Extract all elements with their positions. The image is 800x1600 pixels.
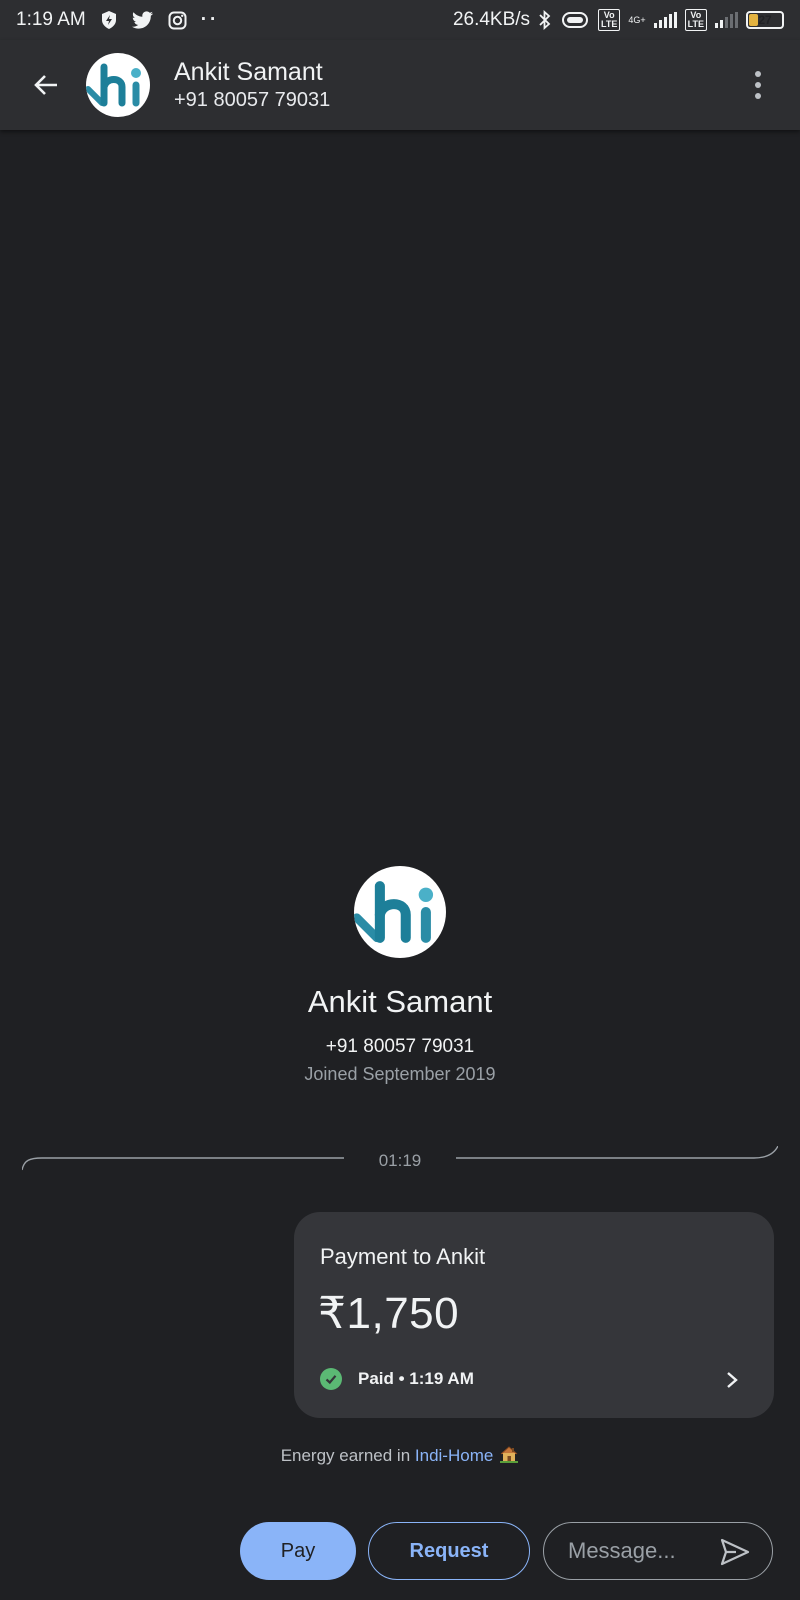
- battery-fill: [749, 14, 759, 26]
- signal-icon: [653, 12, 677, 28]
- bottom-action-bar: Pay Request: [0, 1522, 800, 1582]
- profile-phone: +91 80057 79031: [325, 1036, 475, 1057]
- volte-icon: Vo LTE: [598, 9, 621, 31]
- status-right: 26.4KB/s Vo LTE 4G+ Vo LTE 27: [453, 9, 784, 31]
- check-circle-icon: [320, 1368, 342, 1390]
- vibrate-icon: [560, 11, 590, 29]
- status-time: 1:19 AM: [16, 9, 86, 30]
- contact-profile: Ankit Samant +91 80057 79031 Joined Sept…: [0, 866, 800, 1085]
- energy-note: Energy earned in Indi-Home: [0, 1444, 800, 1469]
- pay-button[interactable]: Pay: [240, 1522, 356, 1580]
- arrow-back-icon: [34, 75, 57, 95]
- signal-icon-2: [715, 12, 738, 28]
- header-contact-phone: +91 80057 79031: [174, 89, 331, 111]
- instagram-icon: [168, 11, 187, 30]
- network-type: 4G+: [628, 15, 646, 25]
- payment-amount: ₹1,750: [318, 1289, 460, 1338]
- volte-icon-2: Vo LTE: [684, 9, 707, 31]
- payment-card[interactable]: Payment to Ankit ₹1,750 Paid • 1:19 AM: [294, 1212, 774, 1418]
- chevron-right-icon[interactable]: [720, 1368, 744, 1392]
- more-options-icon[interactable]: [742, 61, 774, 109]
- payment-status-text: Paid • 1:19 AM: [358, 1369, 474, 1388]
- hi-logo-icon: [86, 63, 141, 107]
- avatar[interactable]: [86, 53, 150, 117]
- battery-level: 27: [758, 13, 772, 27]
- hi-logo-icon: [354, 881, 434, 943]
- profile-avatar: [354, 866, 446, 958]
- payment-title: Payment to Ankit: [320, 1244, 486, 1269]
- energy-note-text: Energy earned in: [280, 1446, 415, 1465]
- app-header: Ankit Samant +91 80057 79031: [0, 40, 800, 130]
- house-icon: [499, 1444, 519, 1469]
- profile-joined-date: Joined September 2019: [304, 1064, 496, 1084]
- twitter-icon: [131, 11, 154, 29]
- screen: 1:19 AM ·· 26.4KB/s Vo LTE 4G+ Vo LTE 27…: [0, 0, 800, 1600]
- shield-bolt-icon: [100, 10, 118, 30]
- bluetooth-icon: [538, 10, 552, 30]
- send-icon[interactable]: [720, 1538, 750, 1566]
- battery-icon: 27: [746, 11, 784, 29]
- message-box[interactable]: [543, 1522, 773, 1580]
- status-bar: 1:19 AM ·· 26.4KB/s Vo LTE 4G+ Vo LTE 27: [0, 0, 800, 40]
- message-input[interactable]: [568, 1538, 708, 1564]
- header-contact-info[interactable]: Ankit Samant +91 80057 79031: [174, 57, 330, 113]
- timestamp-divider: 01:19: [22, 1146, 778, 1176]
- header-contact-name: Ankit Samant: [174, 58, 323, 86]
- profile-name: Ankit Samant: [307, 984, 493, 1019]
- back-button[interactable]: [22, 61, 70, 109]
- network-speed: 26.4KB/s: [452, 9, 531, 30]
- payment-status: Paid • 1:19 AM: [320, 1368, 474, 1390]
- status-left: 1:19 AM ··: [16, 9, 219, 31]
- request-button[interactable]: Request: [368, 1522, 530, 1580]
- more-notifications-icon: ··: [200, 9, 220, 30]
- divider-timestamp: 01:19: [378, 1151, 422, 1170]
- indi-home-link[interactable]: Indi-Home: [415, 1446, 493, 1465]
